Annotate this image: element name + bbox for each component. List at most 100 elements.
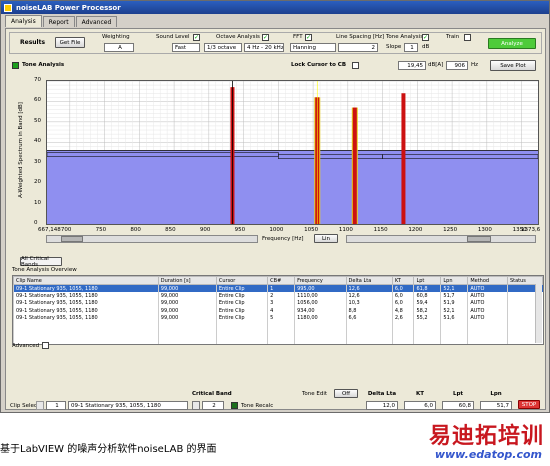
train-checkbox[interactable] <box>464 34 471 41</box>
table-cell: 3 <box>267 299 295 307</box>
cursor-db-unit: dB[A] <box>428 62 444 68</box>
octave-checkbox[interactable]: ✓ <box>262 34 269 41</box>
critical-band-label: Critical Band <box>192 391 232 397</box>
weighting-select[interactable]: A <box>104 43 134 52</box>
tab-report[interactable]: Report <box>42 16 75 27</box>
y-tick-label: 30 <box>34 158 41 165</box>
figure-caption: 基于LabVIEW 的噪声分析软件noiseLAB 的界面 <box>0 444 217 455</box>
cursor-hz-unit: Hz <box>471 62 479 68</box>
sound-level-checkbox[interactable]: ✓ <box>193 34 200 41</box>
table-scrollbar[interactable] <box>535 284 542 343</box>
zoom-scrollbar-thumb[interactable] <box>467 236 491 242</box>
critical-band-input[interactable]: 2 <box>202 401 224 410</box>
column-header[interactable]: Lpn <box>440 276 469 285</box>
scrollbar-thumb[interactable] <box>61 236 83 242</box>
table-cell: AUTO <box>467 299 508 307</box>
table-cell: 09-1 Stationary 935, 1055, 1180 <box>13 284 159 292</box>
column-header[interactable]: Method <box>467 276 508 285</box>
clip-select-spinner[interactable] <box>36 401 44 410</box>
cursor-db-readout: 19,45 <box>398 61 426 70</box>
scale-lin-button[interactable]: Lin <box>314 234 338 243</box>
y-tick-label: 10 <box>34 199 41 206</box>
table-row[interactable]: 09-1 Stationary 935, 1055, 1180 99,000 Ent… <box>13 307 543 315</box>
fft-checkbox[interactable]: ✓ <box>305 34 312 41</box>
clip-index-input[interactable]: 1 <box>46 401 66 410</box>
table-row[interactable]: 09-1 Stationary 935, 1055, 1180 99,000 Ent… <box>13 284 543 292</box>
y-tick-label: 0 <box>34 220 38 226</box>
slope-input[interactable]: 1 <box>404 43 418 52</box>
column-header[interactable]: Delta Lta <box>345 276 393 285</box>
fft-window-select[interactable]: Hanning <box>290 43 336 52</box>
tab-advanced[interactable]: Advanced <box>75 16 118 27</box>
column-header[interactable]: CB# <box>267 276 296 285</box>
table-cell: 09-1 Stationary 935, 1055, 1180 <box>13 292 159 300</box>
spectrum-chart-svg <box>46 80 539 225</box>
tab-analysis[interactable]: Analysis <box>5 15 42 27</box>
overview-title: Tone Analysis Overview <box>12 267 77 273</box>
table-cell: 2 <box>267 292 295 300</box>
table-cell: Entire Clip <box>215 292 268 300</box>
table-cell: 5 <box>267 314 295 322</box>
lpt-value: 60,8 <box>442 401 474 410</box>
kt-value: 6,0 <box>404 401 436 410</box>
tone-analysis-checkbox[interactable]: ✓ <box>422 34 429 41</box>
column-header[interactable]: KT <box>391 276 415 285</box>
critical-band-spinner[interactable] <box>192 401 200 410</box>
table-cell: 8,8 <box>345 307 393 315</box>
column-header[interactable]: Lpt <box>413 276 442 285</box>
x-tick-label: 1200 <box>408 227 423 233</box>
window-title: noiseLAB Power Processor <box>16 3 121 12</box>
table-cell: AUTO <box>467 314 508 322</box>
table-row[interactable]: 09-1 Stationary 935, 1055, 1180 99,000 Ent… <box>13 292 543 300</box>
spectrum-plot[interactable] <box>46 80 539 225</box>
advanced-checkbox[interactable] <box>42 342 49 349</box>
table-cell: 52,1 <box>440 307 468 315</box>
all-critical-bands-tab[interactable]: All Critical Bands <box>20 256 62 268</box>
tone-edit-label: Tone Edit <box>302 391 328 397</box>
line-spacing-input[interactable]: 2 <box>338 43 378 52</box>
table-cell: 09-1 Stationary 935, 1055, 1180 <box>13 314 159 322</box>
analyze-button[interactable]: Analyze <box>488 38 536 49</box>
table-cell: Entire Clip <box>215 299 268 307</box>
column-header[interactable]: Clip Name <box>13 276 159 285</box>
table-cell: 4 <box>267 307 295 315</box>
column-header[interactable]: Frequency <box>294 276 347 285</box>
frequency-scrollbar[interactable] <box>46 235 258 243</box>
table-cell: 51,7 <box>440 292 468 300</box>
table-cell: 58,2 <box>413 307 441 315</box>
sound-level-select[interactable]: Fast <box>172 43 200 52</box>
tone-edit-toggle[interactable]: Off <box>334 389 358 398</box>
table-cell: 51,6 <box>440 314 468 322</box>
clip-name-field[interactable]: 09-1 Stationary 935, 1055, 1180 <box>68 401 188 410</box>
empty-row <box>13 329 543 337</box>
results-label: Results <box>20 39 46 46</box>
x-tick-label: 1050 <box>304 227 319 233</box>
table-cell: 55,2 <box>413 314 441 322</box>
lpn-label: Lpn <box>490 391 502 397</box>
table-row[interactable]: 09-1 Stationary 935, 1055, 1180 99,000 Ent… <box>13 299 543 307</box>
table-cell: 61,8 <box>413 284 441 292</box>
column-header[interactable]: Duration [s] <box>157 276 217 285</box>
table-cell: 4,8 <box>391 307 414 315</box>
zoom-scrollbar[interactable] <box>346 235 536 243</box>
stop-button[interactable]: STOP <box>518 400 540 409</box>
empty-row <box>13 337 543 344</box>
lock-cursor-checkbox[interactable] <box>352 62 359 69</box>
table-row[interactable]: 09-1 Stationary 935, 1055, 1180 99,000 Ent… <box>13 314 543 322</box>
x-tick-label: 750 <box>95 227 107 233</box>
x-tick-label: 900 <box>199 227 211 233</box>
save-plot-button[interactable]: Save Plot <box>490 60 536 71</box>
fft-label: FFT <box>293 34 303 40</box>
x-tick-label: 667,148 <box>38 227 61 233</box>
x-tick-label: 1000 <box>269 227 284 233</box>
tone-overview-table[interactable]: Clip Name Duration [s] Cursor CB# Frequency D… <box>12 275 544 345</box>
y-tick-label: 60 <box>34 97 41 104</box>
table-cell: Entire Clip <box>215 307 268 315</box>
get-file-button[interactable]: Get File <box>55 37 85 48</box>
table-cell: 99,000 <box>157 299 217 307</box>
octave-band-select[interactable]: 1/3 octave <box>204 43 242 52</box>
column-header[interactable]: Cursor <box>215 276 269 285</box>
table-cell: 934,00 <box>294 307 347 315</box>
octave-range-select[interactable]: 4 Hz - 20 kHz <box>244 43 284 52</box>
x-tick-label: 1250 <box>443 227 458 233</box>
